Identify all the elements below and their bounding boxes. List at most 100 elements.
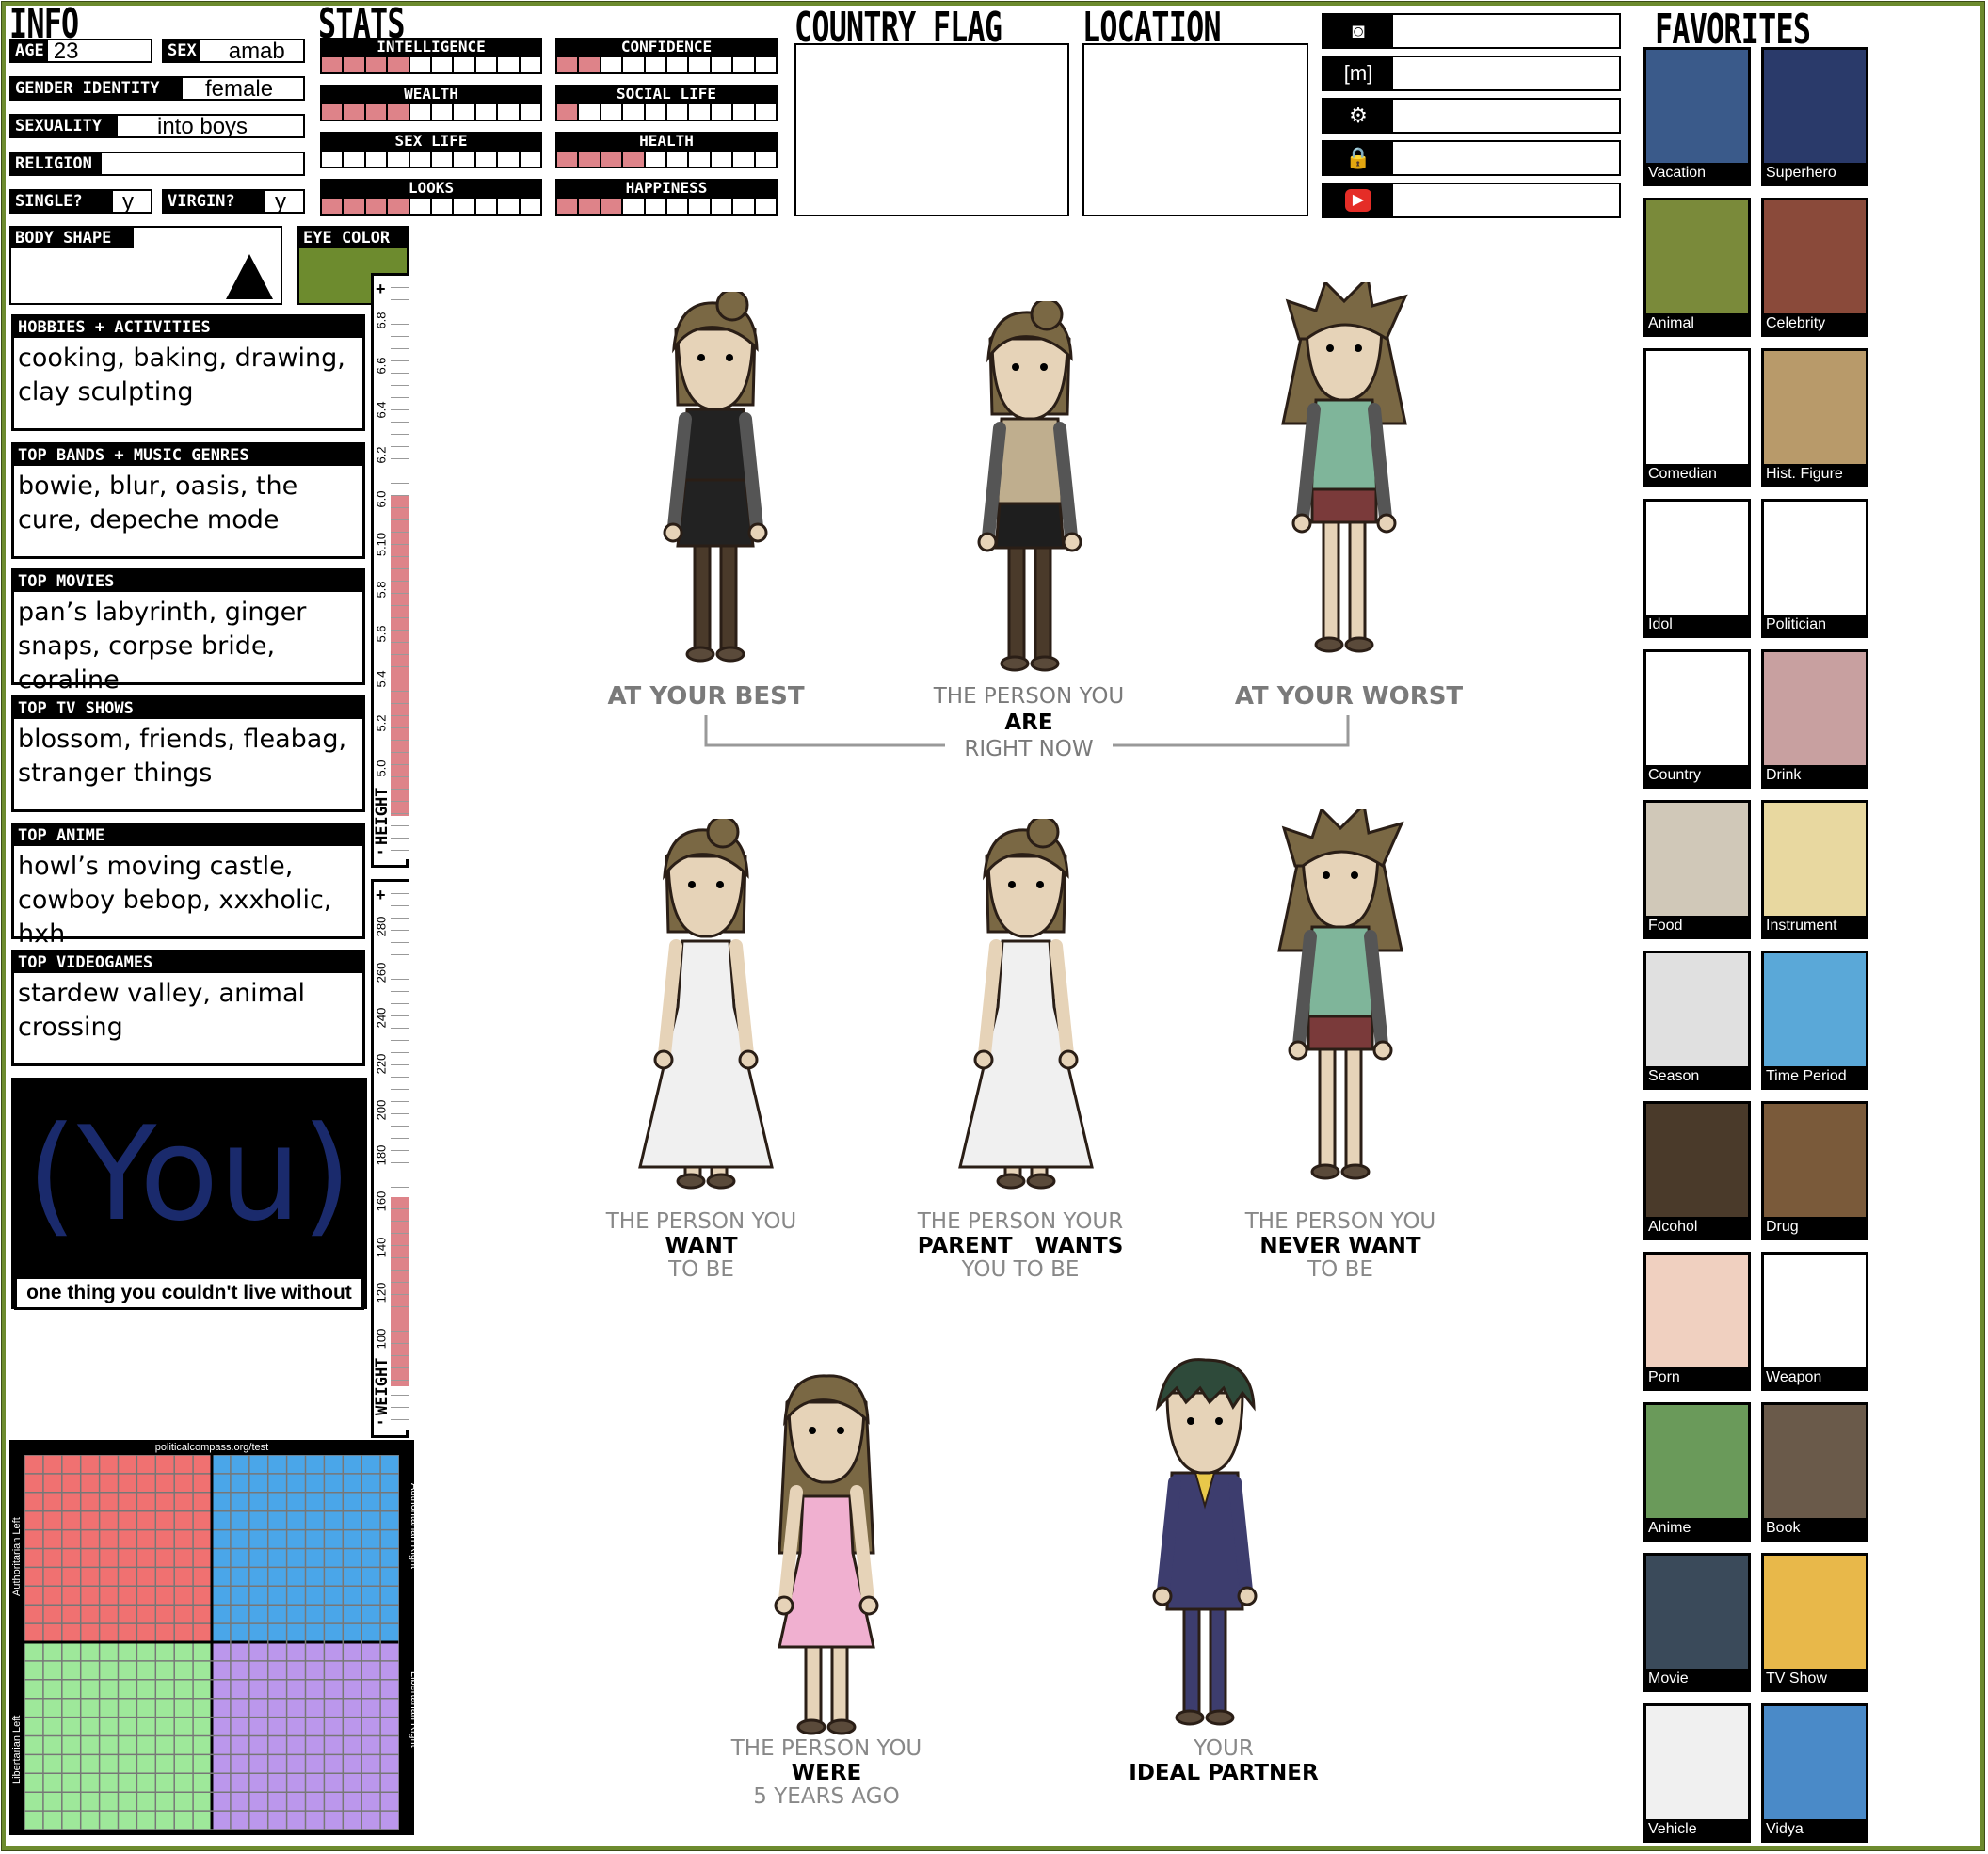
stat-sex-life[interactable]: SEX LIFE [320, 132, 542, 168]
stat-segment[interactable] [454, 199, 476, 214]
section-top-movies[interactable]: TOP MOVIES pan’s labyrinth, ginger snaps,… [11, 568, 365, 695]
stat-segment[interactable] [322, 57, 345, 72]
favorite-alcohol[interactable]: Alcohol [1643, 1101, 1751, 1240]
stat-segment[interactable] [733, 57, 756, 72]
stat-segment[interactable] [733, 199, 756, 214]
sex-field[interactable]: SEX amab [162, 39, 305, 63]
stat-segment[interactable] [365, 57, 389, 72]
stat-bar[interactable] [320, 56, 542, 74]
social-value[interactable] [1393, 15, 1619, 47]
sexuality-field[interactable]: SEXUALITY into boys [9, 114, 305, 138]
body-shape-box[interactable]: BODY SHAPE [9, 226, 282, 305]
favorite-season[interactable]: Season [1643, 951, 1751, 1090]
stat-segment[interactable] [322, 199, 345, 214]
stat-segment[interactable] [579, 199, 601, 214]
stat-segment[interactable] [521, 104, 540, 120]
stat-bar[interactable] [320, 103, 542, 121]
stat-segment[interactable] [388, 104, 410, 120]
stat-segment[interactable] [579, 57, 601, 72]
stat-segment[interactable] [557, 152, 580, 167]
stat-segment[interactable] [476, 152, 499, 167]
stat-bar[interactable] [555, 150, 778, 168]
social-value[interactable] [1393, 142, 1619, 174]
stat-segment[interactable] [601, 152, 624, 167]
stat-segment[interactable] [432, 104, 455, 120]
stat-bar[interactable] [555, 197, 778, 216]
stat-segment[interactable] [623, 199, 646, 214]
favorite-food[interactable]: Food [1643, 800, 1751, 939]
favorite-movie[interactable]: Movie [1643, 1553, 1751, 1692]
matrix-field[interactable]: [m] [1322, 56, 1621, 91]
section-top-videogames[interactable]: TOP VIDEOGAMES stardew valley, animal cro… [11, 950, 365, 1066]
stat-segment[interactable] [601, 104, 624, 120]
stat-segment[interactable] [344, 57, 366, 72]
stat-bar[interactable] [320, 197, 542, 216]
section-hobbies-activities[interactable]: HOBBIES + ACTIVITIES cooking, baking, dra… [11, 314, 365, 431]
stat-bar[interactable] [320, 150, 542, 168]
section-top-bands-music-genres[interactable]: TOP BANDS + MUSIC GENRES bowie, blur, oas… [11, 442, 365, 559]
stat-segment[interactable] [432, 57, 455, 72]
stat-segment[interactable] [498, 199, 521, 214]
section-top-tv-shows[interactable]: TOP TV SHOWS blossom, friends, fleabag, s… [11, 695, 365, 812]
favorite-anime[interactable]: Anime [1643, 1402, 1751, 1542]
weight-scale[interactable]: + - WEIGHT 280 260 240 220 200 180 160 140 120 100 [371, 879, 409, 1438]
stat-segment[interactable] [712, 104, 734, 120]
stat-health[interactable]: HEALTH [555, 132, 778, 168]
country-flag-box[interactable] [794, 43, 1069, 216]
stat-segment[interactable] [365, 199, 389, 214]
stat-segment[interactable] [476, 57, 499, 72]
compass-grid[interactable] [24, 1455, 399, 1830]
favorite-vacation[interactable]: Vacation [1643, 47, 1751, 186]
stat-segment[interactable] [521, 152, 540, 167]
stat-segment[interactable] [712, 57, 734, 72]
stat-segment[interactable] [344, 199, 366, 214]
stat-segment[interactable] [646, 104, 668, 120]
favorite-vidya[interactable]: Vidya [1761, 1703, 1868, 1843]
stat-segment[interactable] [432, 199, 455, 214]
stat-segment[interactable] [476, 199, 499, 214]
favorite-celebrity[interactable]: Celebrity [1761, 198, 1868, 337]
stat-segment[interactable] [322, 104, 345, 120]
favorite-hist-figure[interactable]: Hist. Figure [1761, 348, 1868, 487]
social-value[interactable] [1393, 57, 1619, 89]
favorite-porn[interactable]: Porn [1643, 1252, 1751, 1391]
stat-segment[interactable] [454, 57, 476, 72]
stat-segment[interactable] [521, 57, 540, 72]
stat-segment[interactable] [476, 104, 499, 120]
favorite-comedian[interactable]: Comedian [1643, 348, 1751, 487]
stat-segment[interactable] [733, 152, 756, 167]
stat-segment[interactable] [557, 199, 580, 214]
gender-identity-field[interactable]: GENDER IDENTITY female [9, 76, 305, 101]
stat-wealth[interactable]: WEALTH [320, 85, 542, 121]
stat-segment[interactable] [756, 104, 776, 120]
stat-segment[interactable] [388, 152, 410, 167]
stat-segment[interactable] [646, 57, 668, 72]
favorite-politician[interactable]: Politician [1761, 499, 1868, 638]
discord-field[interactable]: ◙ [1322, 13, 1621, 49]
favorite-drug[interactable]: Drug [1761, 1101, 1868, 1240]
stat-segment[interactable] [601, 57, 624, 72]
steam-field[interactable]: ⚙ [1322, 98, 1621, 134]
social-value[interactable] [1393, 184, 1619, 216]
stat-segment[interactable] [712, 199, 734, 214]
favorite-drink[interactable]: Drink [1761, 649, 1868, 789]
stat-segment[interactable] [689, 104, 712, 120]
stat-segment[interactable] [623, 152, 646, 167]
stat-segment[interactable] [712, 152, 734, 167]
stat-segment[interactable] [733, 104, 756, 120]
favorite-idol[interactable]: Idol [1643, 499, 1751, 638]
stat-segment[interactable] [498, 152, 521, 167]
stat-segment[interactable] [388, 57, 410, 72]
political-compass[interactable]: politicalcompass.org/test Authoritarian … [9, 1440, 420, 1835]
stat-segment[interactable] [667, 152, 690, 167]
stat-segment[interactable] [667, 104, 690, 120]
stat-segment[interactable] [410, 199, 433, 214]
stat-segment[interactable] [646, 199, 668, 214]
stat-bar[interactable] [555, 103, 778, 121]
stat-segment[interactable] [410, 57, 433, 72]
stat-segment[interactable] [366, 152, 389, 167]
stat-segment[interactable] [388, 199, 410, 214]
youtube-field[interactable]: ▶ [1322, 183, 1621, 218]
stat-segment[interactable] [498, 57, 521, 72]
stat-confidence[interactable]: CONFIDENCE [555, 38, 778, 74]
